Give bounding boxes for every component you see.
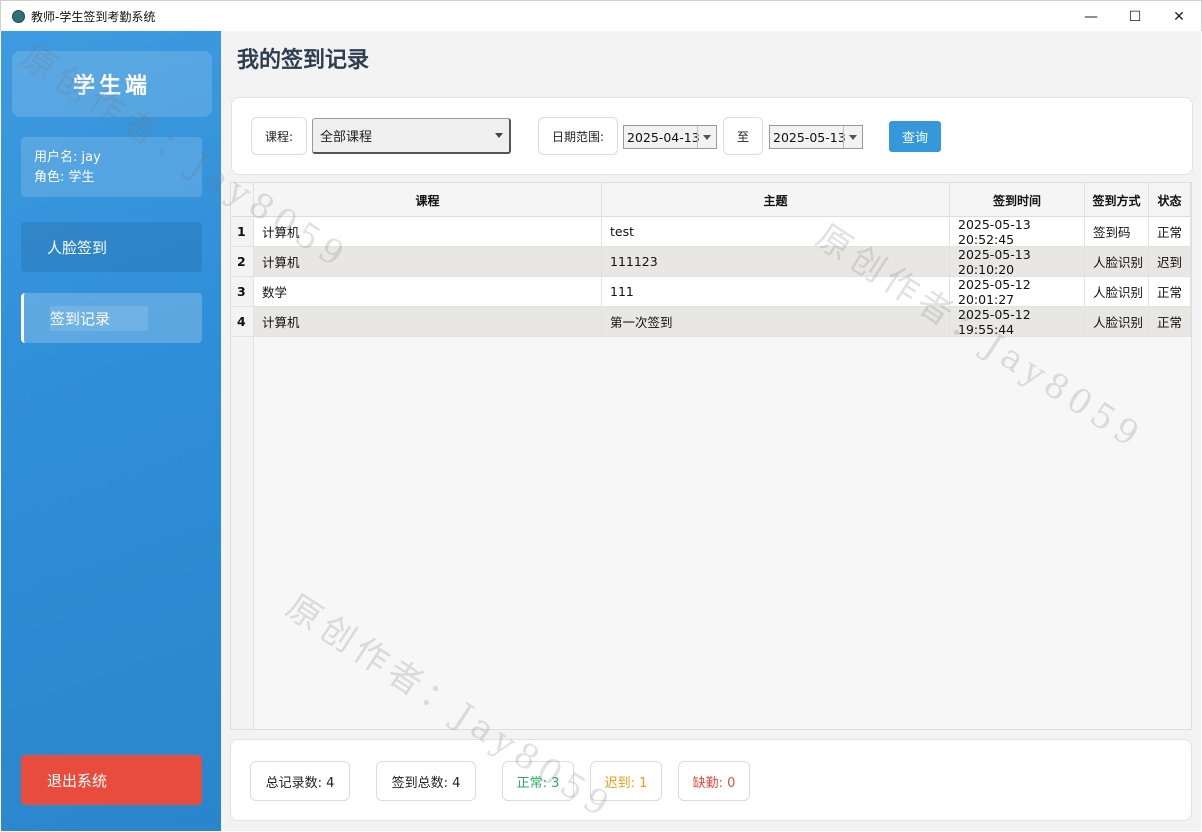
nav-checkin-records[interactable]: 签到记录 (21, 293, 202, 343)
column-header-time[interactable]: 签到时间 (950, 183, 1085, 217)
stat-total-checkins: 签到总数: 4 (376, 761, 476, 801)
cell-topic: 第一次签到 (602, 307, 950, 337)
date-from-value: 2025-04-13 (627, 129, 700, 145)
cell-course: 计算机 (254, 247, 602, 277)
stat-late: 迟到: 1 (590, 761, 662, 801)
date-to-value: 2025-05-13 (773, 129, 846, 145)
stats-panel: 总记录数: 4 签到总数: 4 正常: 3 迟到: 1 缺勤: 0 (230, 739, 1192, 821)
stat-total-records: 总记录数: 4 (250, 761, 350, 801)
cell-status: 正常 (1149, 217, 1191, 247)
window-controls: — ☐ ✕ (1069, 1, 1201, 32)
cell-method: 人脸识别 (1085, 277, 1149, 307)
stat-normal: 正常: 3 (502, 761, 574, 801)
brand-title: 学生端 (12, 51, 212, 117)
minimize-button[interactable]: — (1069, 1, 1113, 32)
table-header: 课程 主题 签到时间 签到方式 状态 (231, 183, 1191, 217)
records-table: 课程 主题 签到时间 签到方式 状态 1 计算机 test 2025-05-13… (230, 182, 1192, 730)
title-bar: 教师-学生签到考勤系统 — ☐ ✕ (0, 0, 1202, 31)
app-icon (12, 9, 25, 23)
cell-topic: 111 (602, 277, 950, 307)
date-to-separator: 至 (723, 117, 763, 155)
window-title: 教师-学生签到考勤系统 (31, 9, 156, 24)
cell-topic: 111123 (602, 247, 950, 277)
cell-course: 计算机 (254, 307, 602, 337)
close-button[interactable]: ✕ (1157, 1, 1201, 32)
cell-status: 正常 (1149, 307, 1191, 337)
cell-time: 2025-05-12 19:55:44 (950, 307, 1085, 337)
course-filter-label: 课程: (251, 117, 307, 155)
stat-absent: 缺勤: 0 (678, 761, 750, 801)
column-header-status[interactable]: 状态 (1149, 183, 1191, 217)
cell-time: 2025-05-13 20:52:45 (950, 217, 1085, 247)
nav-face-checkin[interactable]: 人脸签到 (21, 222, 202, 272)
chevron-down-icon[interactable] (697, 126, 716, 148)
cell-course: 计算机 (254, 217, 602, 247)
corner-cell (231, 183, 254, 217)
cell-topic: test (602, 217, 950, 247)
chevron-down-icon[interactable] (843, 126, 862, 148)
logout-label: 退出系统 (47, 771, 108, 790)
row-number: 4 (231, 307, 254, 337)
row-number: 3 (231, 277, 254, 307)
table-row[interactable]: 2 计算机 111123 2025-05-13 20:10:20 人脸识别 迟到 (231, 247, 1191, 277)
table-row[interactable]: 4 计算机 第一次签到 2025-05-12 19:55:44 人脸识别 正常 (231, 307, 1191, 337)
column-header-method[interactable]: 签到方式 (1085, 183, 1149, 217)
nav-face-checkin-label: 人脸签到 (47, 238, 108, 257)
main-content: 我的签到记录 课程: 全部课程 日期范围: 2025-04-13 至 2025-… (221, 31, 1201, 831)
course-select-value: 全部课程 (320, 130, 373, 145)
cell-course: 数学 (254, 277, 602, 307)
table-row[interactable]: 1 计算机 test 2025-05-13 20:52:45 签到码 正常 (231, 217, 1191, 247)
username-label: 用户名: jay (34, 150, 101, 165)
sidebar: 学生端 用户名: jay 角色: 学生 人脸签到 签到记录 退出系统 (1, 31, 221, 831)
cell-time: 2025-05-12 20:01:27 (950, 277, 1085, 307)
date-from-picker[interactable]: 2025-04-13 (623, 125, 717, 149)
maximize-button[interactable]: ☐ (1113, 1, 1157, 32)
row-number: 2 (231, 247, 254, 277)
cell-status: 正常 (1149, 277, 1191, 307)
user-info-card: 用户名: jay 角色: 学生 (21, 137, 202, 197)
query-button[interactable]: 查询 (889, 121, 941, 152)
date-range-label: 日期范围: (538, 117, 618, 155)
cell-method: 签到码 (1085, 217, 1149, 247)
column-header-topic[interactable]: 主题 (602, 183, 950, 217)
nav-checkin-records-label: 签到记录 (50, 305, 149, 331)
date-to-picker[interactable]: 2025-05-13 (769, 125, 863, 149)
role-label: 角色: 学生 (34, 170, 95, 185)
column-header-course[interactable]: 课程 (254, 183, 602, 217)
cell-method: 人脸识别 (1085, 247, 1149, 277)
cell-method: 人脸识别 (1085, 307, 1149, 337)
page-title: 我的签到记录 (237, 48, 370, 73)
logout-button[interactable]: 退出系统 (21, 755, 202, 805)
row-number: 1 (231, 217, 254, 247)
table-row[interactable]: 3 数学 111 2025-05-12 20:01:27 人脸识别 正常 (231, 277, 1191, 307)
chevron-down-icon (495, 133, 503, 138)
cell-status: 迟到 (1149, 247, 1191, 277)
cell-time: 2025-05-13 20:10:20 (950, 247, 1085, 277)
filter-panel: 课程: 全部课程 日期范围: 2025-04-13 至 2025-05-13 查… (231, 97, 1193, 175)
course-select[interactable]: 全部课程 (312, 118, 511, 154)
